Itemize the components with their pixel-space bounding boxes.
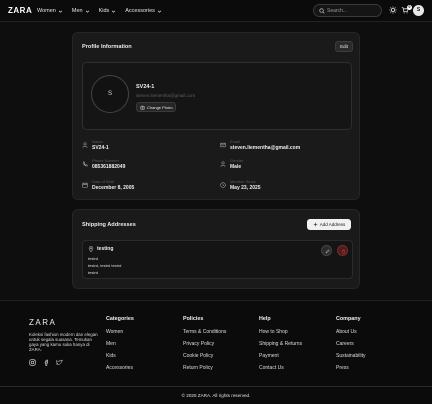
map-pin-icon [88,246,94,252]
footer-link[interactable]: Press [336,365,365,377]
footer-link[interactable]: Contact Us [259,365,302,377]
instagram-icon[interactable] [29,359,36,366]
footer-logo[interactable]: ZARA [29,318,56,327]
address-name: testing [97,246,114,252]
menu-item-label: Women [37,8,56,14]
field-value: 085361882049 [92,164,126,170]
footer-divider [0,386,432,387]
edit-profile-button[interactable]: Edit [335,41,353,52]
footer-heading: Company [336,316,361,322]
address-line: testrd [88,270,99,275]
brand-logo[interactable]: ZARA [8,6,32,15]
profile-card: Profile Information Edit S SV24-1 steven… [72,32,360,200]
profile-email: steven.liementha@gmail.com [136,93,196,98]
user-avatar[interactable]: S [413,5,424,16]
search-box [313,4,382,17]
menu-item-men[interactable]: Men [72,8,90,14]
footer-link[interactable]: Cookie Policy [183,353,226,365]
phone-icon [82,161,88,167]
footer-column-company: Company About Us Careers Sustainability … [336,316,365,377]
footer-link[interactable]: Sustainability [336,353,365,365]
footer-link[interactable]: Terms & Conditions [183,329,226,341]
menu-item-accessories[interactable]: Accessories [125,8,162,14]
footer-link[interactable]: Return Policy [183,365,226,377]
search-input[interactable] [327,7,377,15]
calendar-icon [82,182,88,188]
chevron-down-icon [157,10,162,13]
twitter-icon[interactable] [56,359,63,366]
copyright-text: © 2025 ZARA. All rights reserved. [181,393,251,398]
footer-link[interactable]: Accessories [106,365,134,377]
footer-link[interactable]: Careers [336,341,365,353]
footer-link[interactable]: Kids [106,353,134,365]
field-value: Male [230,164,242,170]
address-line: testrd [88,256,99,261]
menu-item-label: Men [71,8,83,14]
footer-heading: Help [259,316,271,322]
change-photo-label: Change Photo [147,104,173,110]
profile-name: SV24-1 [136,84,155,90]
mail-icon [220,142,226,148]
address-line: testrd, testrd testrd [88,263,122,268]
user-icon [220,161,226,167]
footer-link[interactable]: Privacy Policy [183,341,226,353]
footer-link[interactable]: Payment [259,353,302,365]
search-icon [319,8,325,14]
footer-column-policies: Policies Terms & Conditions Privacy Poli… [183,316,226,377]
field-value: May 23, 2025 [230,185,261,191]
camera-icon [140,105,145,109]
pencil-icon [325,249,330,254]
profile-title: Profile Information [82,44,132,50]
shipping-title: Shipping Addresses [82,222,136,228]
menu-item-label: Kids [98,8,110,14]
user-icon [82,142,88,148]
field-value: December 8, 2005 [92,185,135,191]
facebook-icon[interactable] [43,359,50,366]
footer-heading: Policies [183,316,204,322]
cart-count-badge: 0 [407,5,412,10]
profile-avatar[interactable]: S [91,75,129,113]
add-address-label: Add Address [319,222,346,227]
shipping-card: Shipping Addresses Add Address testing t… [72,209,360,289]
field-label: Date of Birth [92,179,115,184]
field-label: Name [92,139,103,144]
profile-summary: S SV24-1 steven.liementha@gmail.com Chan… [82,62,352,130]
footer-link[interactable]: About Us [336,329,365,341]
address-item: testing testrd testrd, testrd testrd tes… [82,240,353,279]
add-address-button[interactable]: Add Address [307,219,351,230]
field-label: Email [230,139,241,144]
menu-item-kids[interactable]: Kids [99,8,117,14]
footer-tagline: Koleksi fashion modern dan elegan untuk … [29,332,98,352]
chevron-down-icon [85,10,89,13]
field-label: Member Since [230,179,256,184]
menu-item-label: Accessories [125,8,155,14]
change-photo-button[interactable]: Change Photo [136,102,176,112]
plus-icon [313,222,317,227]
footer-link[interactable]: How to Shop [259,329,302,341]
clock-icon [220,182,226,188]
field-value: SV24-1 [92,145,109,151]
footer-link[interactable]: Shipping & Returns [259,341,302,353]
top-navbar: ZARA Women Men Kids Accessories 0 S [0,0,432,22]
chevron-down-icon [58,10,63,13]
main-menu: Women Men Kids Accessories [37,8,162,14]
chevron-down-icon [112,10,116,13]
delete-address-button[interactable] [337,245,348,256]
field-label: Phone Number [92,158,119,163]
footer-column-categories: Categories Women Men Kids Accessories [106,316,134,377]
footer-link[interactable]: Women [106,329,134,341]
edit-address-button[interactable] [321,245,332,256]
footer-heading: Categories [106,316,134,322]
sun-icon[interactable] [389,6,397,14]
field-value: steven.liementha@gmail.com [230,145,301,151]
field-label: Gender [230,158,244,163]
trash-icon [342,249,345,254]
footer-column-help: Help How to Shop Shipping & Returns Paym… [259,316,302,377]
menu-item-women[interactable]: Women [37,8,63,14]
footer-link[interactable]: Men [106,341,134,353]
site-footer: ZARA Koleksi fashion modern dan elegan u… [0,300,432,404]
